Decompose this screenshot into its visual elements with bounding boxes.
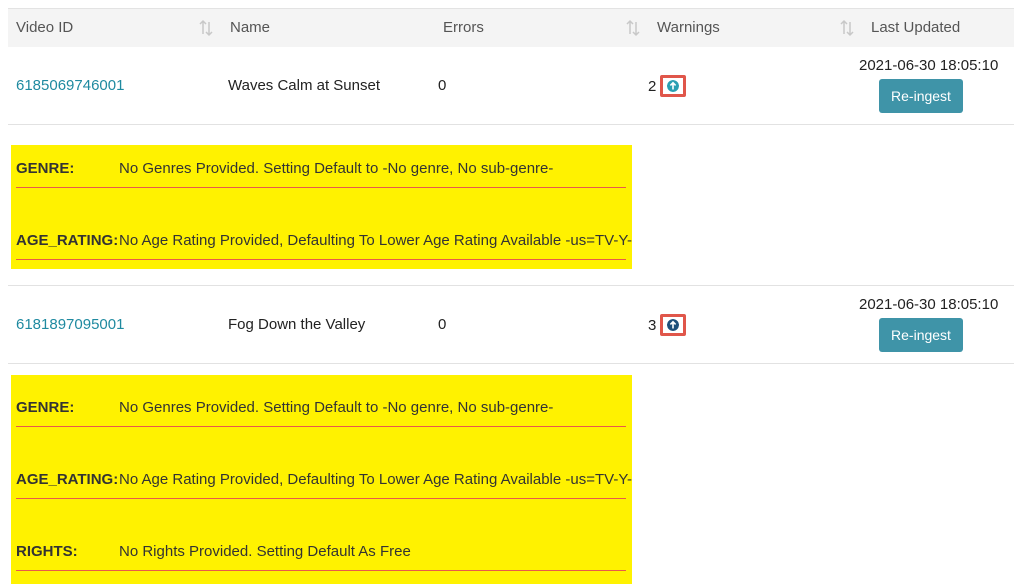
warning-count: 3 (648, 317, 657, 334)
video-name: Waves Calm at Sunset (228, 77, 380, 94)
warning-key: GENRE: (16, 160, 75, 177)
table-row: 6185069746001 Waves Calm at Sunset 0 2 2… (8, 47, 1014, 124)
warning-detail-item: GENRE: No Genres Provided. Setting Defau… (16, 160, 626, 188)
sort-arrows-icon[interactable] (840, 19, 854, 37)
error-count: 0 (438, 77, 447, 94)
last-updated-timestamp: 2021-06-30 18:05:10 (859, 296, 999, 313)
warning-key: AGE_RATING: (16, 232, 119, 249)
warning-underline (16, 187, 626, 188)
column-header-video-id[interactable]: Video ID (16, 9, 73, 47)
video-id-link[interactable]: 6185069746001 (16, 77, 124, 94)
re-ingest-button[interactable]: Re-ingest (879, 318, 963, 352)
warning-message: No Genres Provided. Setting Default to -… (119, 160, 554, 177)
warning-key: AGE_RATING: (16, 471, 119, 488)
warning-underline (16, 570, 626, 571)
sort-arrows-icon[interactable] (199, 19, 213, 37)
warning-message: No Age Rating Provided, Defaulting To Lo… (119, 471, 632, 488)
column-header-last-updated[interactable]: Last Updated (871, 9, 960, 47)
warning-underline (16, 498, 626, 499)
warning-message: No Genres Provided. Setting Default to -… (119, 399, 554, 416)
warning-message: No Rights Provided. Setting Default As F… (119, 543, 411, 560)
table-header: Video ID Name Errors Warnings Last Updat… (8, 8, 1014, 48)
error-count: 0 (438, 316, 447, 333)
warning-count: 2 (648, 78, 657, 95)
warning-message: No Age Rating Provided, Defaulting To Lo… (119, 232, 632, 249)
warnings-toggle-button[interactable] (660, 75, 686, 97)
warning-detail-item: AGE_RATING: No Age Rating Provided, Defa… (16, 232, 632, 260)
warnings-toggle-button[interactable] (660, 314, 686, 336)
video-name: Fog Down the Valley (228, 316, 366, 333)
arrow-up-circle-icon (667, 80, 679, 92)
warning-detail-item: GENRE: No Genres Provided. Setting Defau… (16, 399, 626, 427)
warning-details-panel: GENRE: No Genres Provided. Setting Defau… (11, 145, 632, 269)
warning-underline (16, 259, 626, 260)
warning-key: GENRE: (16, 399, 75, 416)
warning-key: RIGHTS: (16, 543, 78, 560)
column-header-errors[interactable]: Errors (443, 9, 484, 47)
re-ingest-button[interactable]: Re-ingest (879, 79, 963, 113)
warning-detail-item: RIGHTS: No Rights Provided. Setting Defa… (16, 543, 626, 571)
warning-detail-item: AGE_RATING: No Age Rating Provided, Defa… (16, 471, 632, 499)
last-updated-timestamp: 2021-06-30 18:05:10 (859, 57, 999, 74)
column-header-name[interactable]: Name (230, 9, 270, 47)
row-divider (8, 124, 1014, 125)
warning-underline (16, 426, 626, 427)
sort-arrows-icon[interactable] (626, 19, 640, 37)
table-row: 6181897095001 Fog Down the Valley 0 3 20… (8, 286, 1014, 363)
row-divider (8, 363, 1014, 364)
arrow-up-circle-icon (667, 319, 679, 331)
warning-details-panel: GENRE: No Genres Provided. Setting Defau… (11, 375, 632, 584)
column-header-warnings[interactable]: Warnings (657, 9, 720, 47)
video-id-link[interactable]: 6181897095001 (16, 316, 124, 333)
